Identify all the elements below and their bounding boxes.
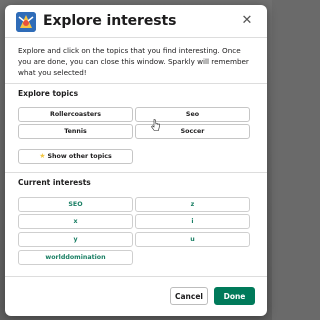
close-icon[interactable]: ✕ bbox=[239, 13, 255, 29]
description-divider bbox=[5, 83, 267, 84]
cancel-button[interactable]: Cancel bbox=[170, 287, 208, 305]
interest-seo[interactable]: SEO bbox=[18, 197, 133, 212]
current-interests-label: Current interests bbox=[18, 178, 91, 187]
interest-z[interactable]: z bbox=[135, 197, 250, 212]
interest-u[interactable]: u bbox=[135, 232, 250, 247]
interest-worlddomination[interactable]: worlddomination bbox=[18, 250, 133, 265]
app-logo-icon bbox=[16, 12, 36, 32]
star-icon: ★ bbox=[39, 152, 46, 160]
modal-description: Explore and click on the topics that you… bbox=[18, 46, 249, 77]
show-other-topics-button[interactable]: ★ Show other topics bbox=[18, 149, 133, 164]
topics-divider bbox=[5, 172, 267, 173]
mouse-cursor-icon bbox=[151, 119, 160, 131]
show-other-label: Show other topics bbox=[47, 153, 112, 160]
footer-divider bbox=[5, 276, 267, 277]
explore-interests-modal: Explore interests ✕ Explore and click on… bbox=[5, 5, 267, 316]
header-divider bbox=[5, 37, 267, 38]
done-button[interactable]: Done bbox=[214, 287, 255, 305]
modal-title: Explore interests bbox=[43, 13, 177, 29]
explore-topics-label: Explore topics bbox=[18, 89, 79, 98]
interest-y[interactable]: y bbox=[18, 232, 133, 247]
modal-header: Explore interests ✕ bbox=[5, 5, 267, 35]
interest-x[interactable]: x bbox=[18, 214, 133, 229]
interest-i[interactable]: i bbox=[135, 214, 250, 229]
topic-rollercoasters[interactable]: Rollercoasters bbox=[18, 107, 133, 122]
topic-tennis[interactable]: Tennis bbox=[18, 124, 133, 139]
